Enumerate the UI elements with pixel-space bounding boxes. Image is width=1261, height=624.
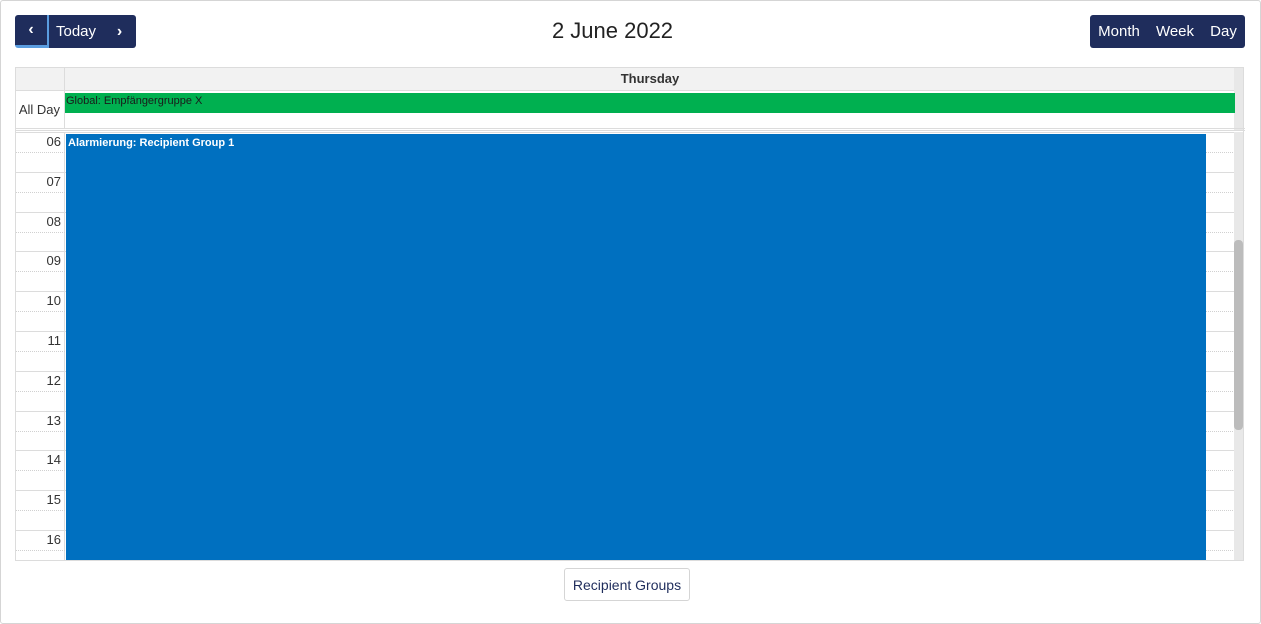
week-view-button[interactable]: Week: [1148, 15, 1202, 48]
header-gutter: [16, 68, 65, 91]
day-header-thursday: Thursday: [620, 71, 680, 86]
hour-label: 09: [46, 253, 61, 268]
all-day-row: All Day Global: Empfängergruppe X: [16, 91, 1245, 131]
day-view-button[interactable]: Day: [1202, 15, 1245, 48]
all-day-label: All Day: [16, 91, 65, 128]
scrollbar-thumb[interactable]: [1234, 240, 1243, 430]
hour-label: 15: [46, 492, 61, 507]
month-view-button[interactable]: Month: [1090, 15, 1148, 48]
hour-label: 13: [46, 413, 61, 428]
hour-line: [16, 132, 1235, 133]
hour-label: 06: [46, 134, 61, 149]
timed-event[interactable]: Alarmierung: Recipient Group 1: [66, 134, 1206, 560]
hour-label: 16: [46, 532, 61, 547]
hour-label: 08: [46, 214, 61, 229]
calendar-title: 2 June 2022: [551, 18, 674, 43]
view-button-group: Month Week Day: [1090, 15, 1245, 48]
all-day-event[interactable]: Global: Empfängergruppe X: [65, 93, 1235, 113]
hour-label: 10: [46, 293, 61, 308]
day-view-calendar: Thursday All Day Global: Empfängergruppe…: [15, 67, 1245, 561]
hour-label: 11: [47, 333, 62, 348]
hour-label: 07: [46, 174, 61, 189]
time-grid[interactable]: 06 07 08 09 10 11 12 13 14 15 16 Alarmierung: Reci…: [16, 132, 1243, 560]
hour-label: 14: [46, 452, 61, 467]
vertical-scrollbar[interactable]: [1234, 132, 1243, 560]
day-header-row: Thursday: [16, 68, 1235, 91]
recipient-groups-button[interactable]: Recipient Groups: [564, 568, 690, 601]
hour-label: 12: [46, 373, 61, 388]
